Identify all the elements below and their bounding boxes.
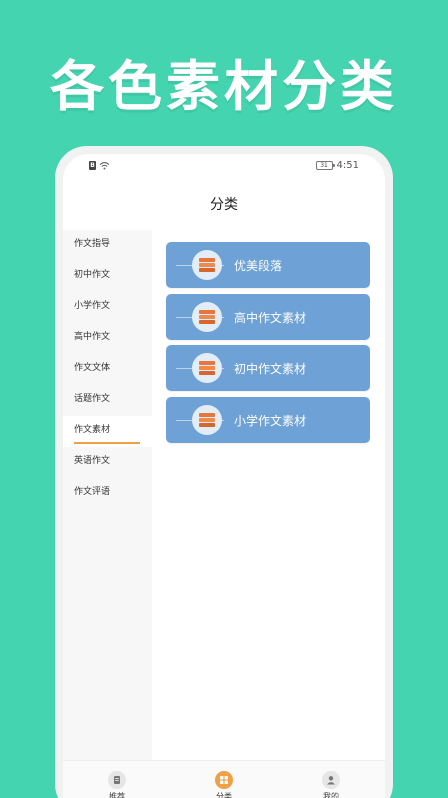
- app-screen: B 31 4:51 分类 作文指导 初中作文 小学作文 高中作文 作文文体 话题…: [63, 154, 385, 798]
- sidebar-item-label: 作文素材: [74, 425, 111, 435]
- sidebar-item-label: 高中作文: [74, 332, 111, 342]
- tab-recommend[interactable]: 推荐: [87, 771, 147, 798]
- category-card-primary-materials[interactable]: 小学作文素材: [166, 396, 370, 443]
- status-bar: B 31 4:51: [63, 154, 385, 178]
- battery-icon: 31: [315, 161, 335, 170]
- tab-label: 分类: [216, 792, 232, 798]
- status-time: 4:51: [336, 160, 359, 171]
- sidebar-item-senior-high[interactable]: 高中作文: [63, 323, 152, 354]
- sidebar-item-label: 作文指导: [74, 239, 111, 249]
- profile-icon: [322, 771, 340, 789]
- category-card-label: 初中作文素材: [234, 362, 307, 376]
- sidebar-item-label: 话题作文: [74, 394, 111, 404]
- sidebar-item-label: 作文文体: [74, 363, 111, 373]
- category-sidebar: 作文指导 初中作文 小学作文 高中作文 作文文体 话题作文 作文素材 英语作文 …: [63, 230, 152, 760]
- book-stack-icon: [192, 404, 222, 435]
- category-content: 优美段落 高中作文素材 初中作文素材 小学作文素材: [152, 230, 385, 760]
- sidebar-item-label: 小学作文: [74, 301, 111, 311]
- promo-title: 各色素材分类: [50, 55, 398, 118]
- page-header: 分类: [63, 178, 385, 230]
- category-card-beautiful-paragraphs[interactable]: 优美段落: [166, 242, 370, 288]
- tab-category[interactable]: 分类: [194, 771, 254, 798]
- book-stack-icon: [192, 353, 222, 383]
- sidebar-item-genre[interactable]: 作文文体: [63, 354, 152, 385]
- tab-label: 推荐: [109, 792, 125, 798]
- sidebar-item-label: 初中作文: [74, 270, 111, 280]
- sidebar-item-label: 作文评语: [74, 487, 111, 497]
- recommend-icon: [108, 771, 126, 789]
- page-title: 分类: [210, 197, 238, 213]
- category-card-label: 优美段落: [234, 259, 283, 273]
- sidebar-item-primary[interactable]: 小学作文: [63, 292, 152, 323]
- sidebar-item-english[interactable]: 英语作文: [63, 447, 152, 478]
- category-card-junior-high-materials[interactable]: 初中作文素材: [166, 345, 370, 391]
- sidebar-item-writing-guide[interactable]: 作文指导: [63, 230, 152, 261]
- sidebar-item-label: 英语作文: [74, 456, 111, 466]
- sim-icon: B: [89, 161, 96, 170]
- phone-frame: B 31 4:51 分类 作文指导 初中作文 小学作文 高中作文 作文文体 话题…: [55, 146, 393, 798]
- bottom-tabbar: 推荐 分类 我的: [63, 760, 385, 798]
- tab-profile[interactable]: 我的: [301, 771, 361, 798]
- category-card-senior-high-materials[interactable]: 高中作文素材: [166, 293, 370, 340]
- wifi-icon: [99, 162, 110, 170]
- sidebar-item-junior-high[interactable]: 初中作文: [63, 261, 152, 292]
- category-icon: [215, 771, 233, 789]
- sidebar-item-comments[interactable]: 作文评语: [63, 478, 152, 509]
- tab-label: 我的: [323, 792, 339, 798]
- sidebar-item-topic[interactable]: 话题作文: [63, 385, 152, 416]
- category-card-label: 高中作文素材: [234, 310, 307, 325]
- book-stack-icon: [192, 250, 222, 280]
- category-card-label: 小学作文素材: [234, 413, 307, 428]
- book-stack-icon: [192, 301, 222, 332]
- sidebar-item-materials[interactable]: 作文素材: [63, 416, 152, 447]
